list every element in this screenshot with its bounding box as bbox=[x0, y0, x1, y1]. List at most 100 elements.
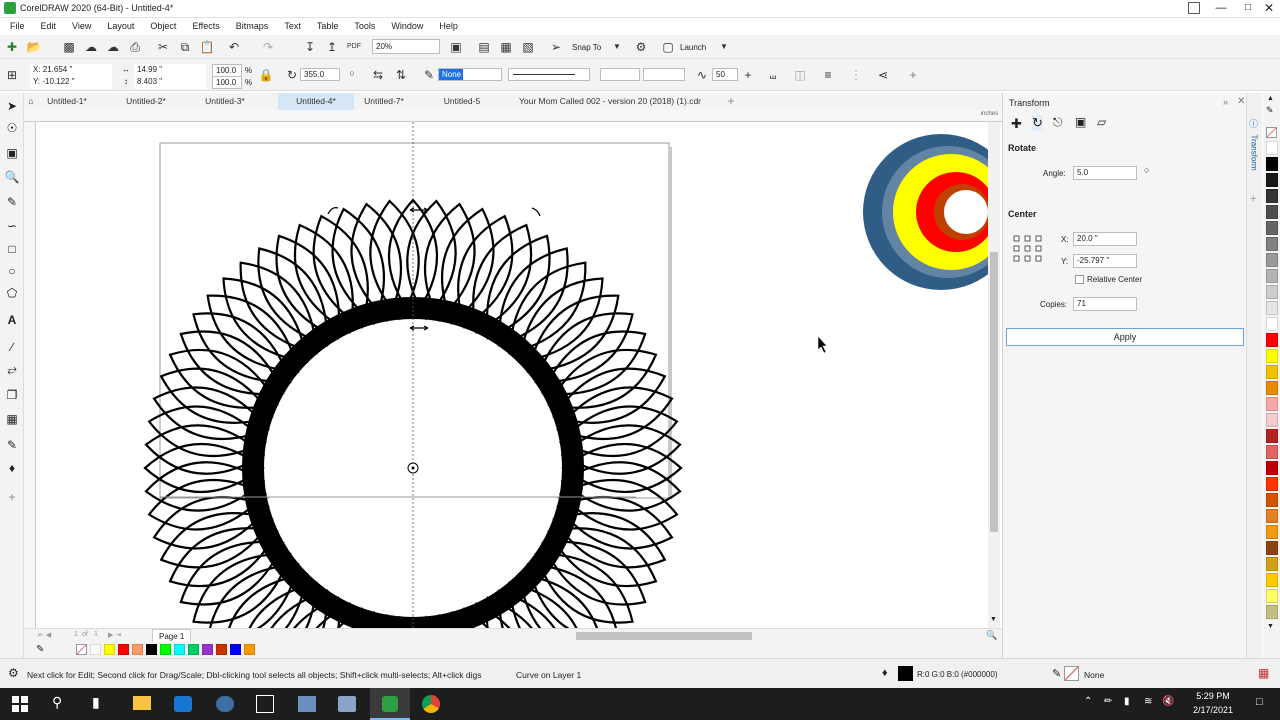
tab-untitled-7[interactable]: Untitled-7* bbox=[358, 93, 410, 110]
maximize-button[interactable]: □ bbox=[1240, 2, 1256, 16]
save-icon[interactable]: ▩ bbox=[61, 39, 77, 55]
distribute-icon[interactable]: ⋮ bbox=[848, 67, 864, 83]
task-view-icon[interactable]: ▮ bbox=[92, 694, 100, 711]
tray-pen-icon[interactable]: ✏ bbox=[1104, 696, 1112, 707]
page-nav-arrows[interactable]: ⇤ ◀ bbox=[38, 631, 51, 639]
ellipse-tool-icon[interactable]: ○ bbox=[4, 263, 20, 279]
add-icon[interactable]: + bbox=[905, 67, 921, 83]
palette-swatch[interactable] bbox=[1266, 285, 1278, 299]
lock-ratio-icon[interactable]: 🔒 bbox=[258, 67, 274, 83]
menu-table[interactable]: Table bbox=[309, 18, 347, 35]
tab-untitled-4[interactable]: Untitled-4* bbox=[278, 93, 354, 110]
horizontal-ruler[interactable]: inches bbox=[24, 110, 1002, 122]
snap-to-dropdown[interactable]: Snap To bbox=[572, 42, 601, 53]
restore-small-icon[interactable] bbox=[1188, 2, 1200, 14]
relative-center-checkbox[interactable] bbox=[1075, 275, 1084, 284]
taskbar-time[interactable]: 5:29 PM bbox=[1188, 691, 1238, 701]
cut-icon[interactable]: ✂ bbox=[155, 39, 171, 55]
launch-icon[interactable]: ▢ bbox=[660, 39, 676, 55]
copy-icon[interactable]: ⧉ bbox=[177, 39, 193, 55]
palette-swatch[interactable] bbox=[1266, 461, 1278, 475]
palette-swatch[interactable] bbox=[1266, 493, 1278, 507]
smoothing-plus-icon[interactable]: + bbox=[740, 67, 756, 83]
palette-eyedropper-icon[interactable]: ✎ bbox=[1266, 105, 1274, 116]
menu-help[interactable]: Help bbox=[431, 18, 466, 35]
palette-swatch[interactable] bbox=[1266, 173, 1278, 187]
copies-field[interactable]: 71 bbox=[1073, 297, 1137, 311]
blend-tool-icon[interactable]: ⥂ bbox=[4, 361, 20, 377]
outline-width-select[interactable]: None bbox=[438, 68, 502, 81]
cloud-download-icon[interactable]: ☁ bbox=[83, 39, 99, 55]
vertical-scrollbar[interactable]: ▼ bbox=[988, 122, 1000, 628]
home-icon[interactable]: ⌂ bbox=[24, 93, 38, 110]
palette-swatch[interactable] bbox=[188, 644, 199, 655]
file-explorer-icon[interactable] bbox=[133, 696, 151, 710]
new-document-icon[interactable]: ✚ bbox=[4, 39, 20, 55]
palette-swatch[interactable] bbox=[1266, 445, 1278, 459]
scale-y-field[interactable]: 100.0 bbox=[212, 76, 242, 89]
palette-swatch[interactable] bbox=[146, 644, 157, 655]
palette-swatch[interactable] bbox=[1266, 269, 1278, 283]
app-icon-5[interactable] bbox=[338, 696, 356, 712]
smoothing-field[interactable]: 50 bbox=[712, 68, 738, 81]
palette-swatch[interactable] bbox=[1266, 557, 1278, 571]
menu-layout[interactable]: Layout bbox=[99, 18, 142, 35]
launch-chevron-down-icon[interactable]: ▼ bbox=[716, 39, 732, 55]
cloud-upload-icon[interactable]: ☁ bbox=[105, 39, 121, 55]
tray-battery-icon[interactable]: ▮ bbox=[1124, 696, 1130, 707]
menu-tools[interactable]: Tools bbox=[346, 18, 383, 35]
search-icon[interactable]: ⚲ bbox=[52, 694, 62, 711]
launch-dropdown[interactable]: Launch bbox=[680, 42, 706, 53]
notification-icon[interactable]: □ bbox=[1256, 696, 1263, 708]
menu-view[interactable]: View bbox=[64, 18, 99, 35]
reduce-nodes-icon[interactable]: ⧢ bbox=[765, 67, 781, 83]
palette-swatch[interactable] bbox=[1266, 237, 1278, 251]
palette-swatch[interactable] bbox=[244, 644, 255, 655]
size-mode-icon[interactable]: ▣ bbox=[1075, 115, 1086, 129]
undo-icon[interactable]: ↶ bbox=[226, 39, 242, 55]
docker-close-icon[interactable]: ✕ bbox=[1237, 96, 1245, 107]
menu-edit[interactable]: Edit bbox=[33, 18, 65, 35]
redo-icon[interactable]: ↷ bbox=[260, 39, 276, 55]
vertical-scroll-thumb[interactable] bbox=[990, 252, 998, 532]
center-y-field[interactable]: -25.797 " bbox=[1073, 254, 1137, 268]
palette-swatch[interactable] bbox=[1266, 541, 1278, 555]
y-position-field[interactable]: Y: -10.122 " bbox=[30, 76, 112, 89]
palette-swatch[interactable] bbox=[1266, 525, 1278, 539]
windows-start-icon[interactable] bbox=[12, 696, 28, 712]
zoom-tool-icon[interactable]: 🔍 bbox=[4, 169, 20, 185]
palette-swatch[interactable] bbox=[1266, 365, 1278, 379]
outline-color-swatch[interactable] bbox=[1064, 666, 1079, 681]
tray-chevron-up-icon[interactable]: ⌃ bbox=[1084, 696, 1092, 707]
tray-volume-icon[interactable]: 🔇 bbox=[1162, 696, 1174, 707]
chrome-icon[interactable] bbox=[422, 695, 440, 713]
open-icon[interactable]: 📂 bbox=[26, 39, 42, 55]
position-mode-icon[interactable]: ✚ bbox=[1011, 116, 1022, 132]
no-color-swatch[interactable] bbox=[76, 644, 87, 655]
palette-swatch[interactable] bbox=[1266, 253, 1278, 267]
angle-field[interactable]: 5.0 bbox=[1073, 166, 1137, 180]
palette-swatch[interactable] bbox=[1266, 477, 1278, 491]
fill-tool-icon[interactable]: ♦ bbox=[4, 460, 20, 476]
palette-swatch[interactable] bbox=[104, 644, 115, 655]
zoom-level-field[interactable]: 20% bbox=[372, 39, 440, 54]
start-arrow-select[interactable] bbox=[600, 68, 640, 81]
app-icon-2[interactable] bbox=[216, 696, 234, 712]
palette-swatch[interactable] bbox=[230, 644, 241, 655]
palette-down-arrow-icon[interactable]: ▼ bbox=[1267, 623, 1274, 630]
shape-tool-icon[interactable]: ☉ bbox=[4, 120, 20, 136]
coreldraw-taskbar-icon[interactable] bbox=[370, 688, 410, 720]
page-nav-forward[interactable]: ▶ ⇥ bbox=[108, 631, 121, 639]
eyedropper-tool-icon[interactable]: ✎ bbox=[4, 437, 20, 453]
app-icon-3[interactable] bbox=[256, 695, 274, 713]
menu-text[interactable]: Text bbox=[276, 18, 309, 35]
polygon-tool-icon[interactable]: ⬠ bbox=[4, 285, 20, 301]
rotate-mode-icon[interactable]: ↻ bbox=[1032, 115, 1043, 131]
tab-untitled-1[interactable]: Untitled-1* bbox=[42, 93, 92, 110]
palette-swatch[interactable] bbox=[1266, 413, 1278, 427]
horizontal-scroll-thumb[interactable] bbox=[576, 632, 752, 640]
palette-swatch[interactable] bbox=[1266, 189, 1278, 203]
tab-your-mom-called[interactable]: Your Mom Called 002 - version 20 (2018) … bbox=[512, 93, 708, 110]
full-screen-icon[interactable]: ▣ bbox=[448, 39, 464, 55]
eyedropper-icon[interactable]: ✎ bbox=[36, 644, 44, 655]
